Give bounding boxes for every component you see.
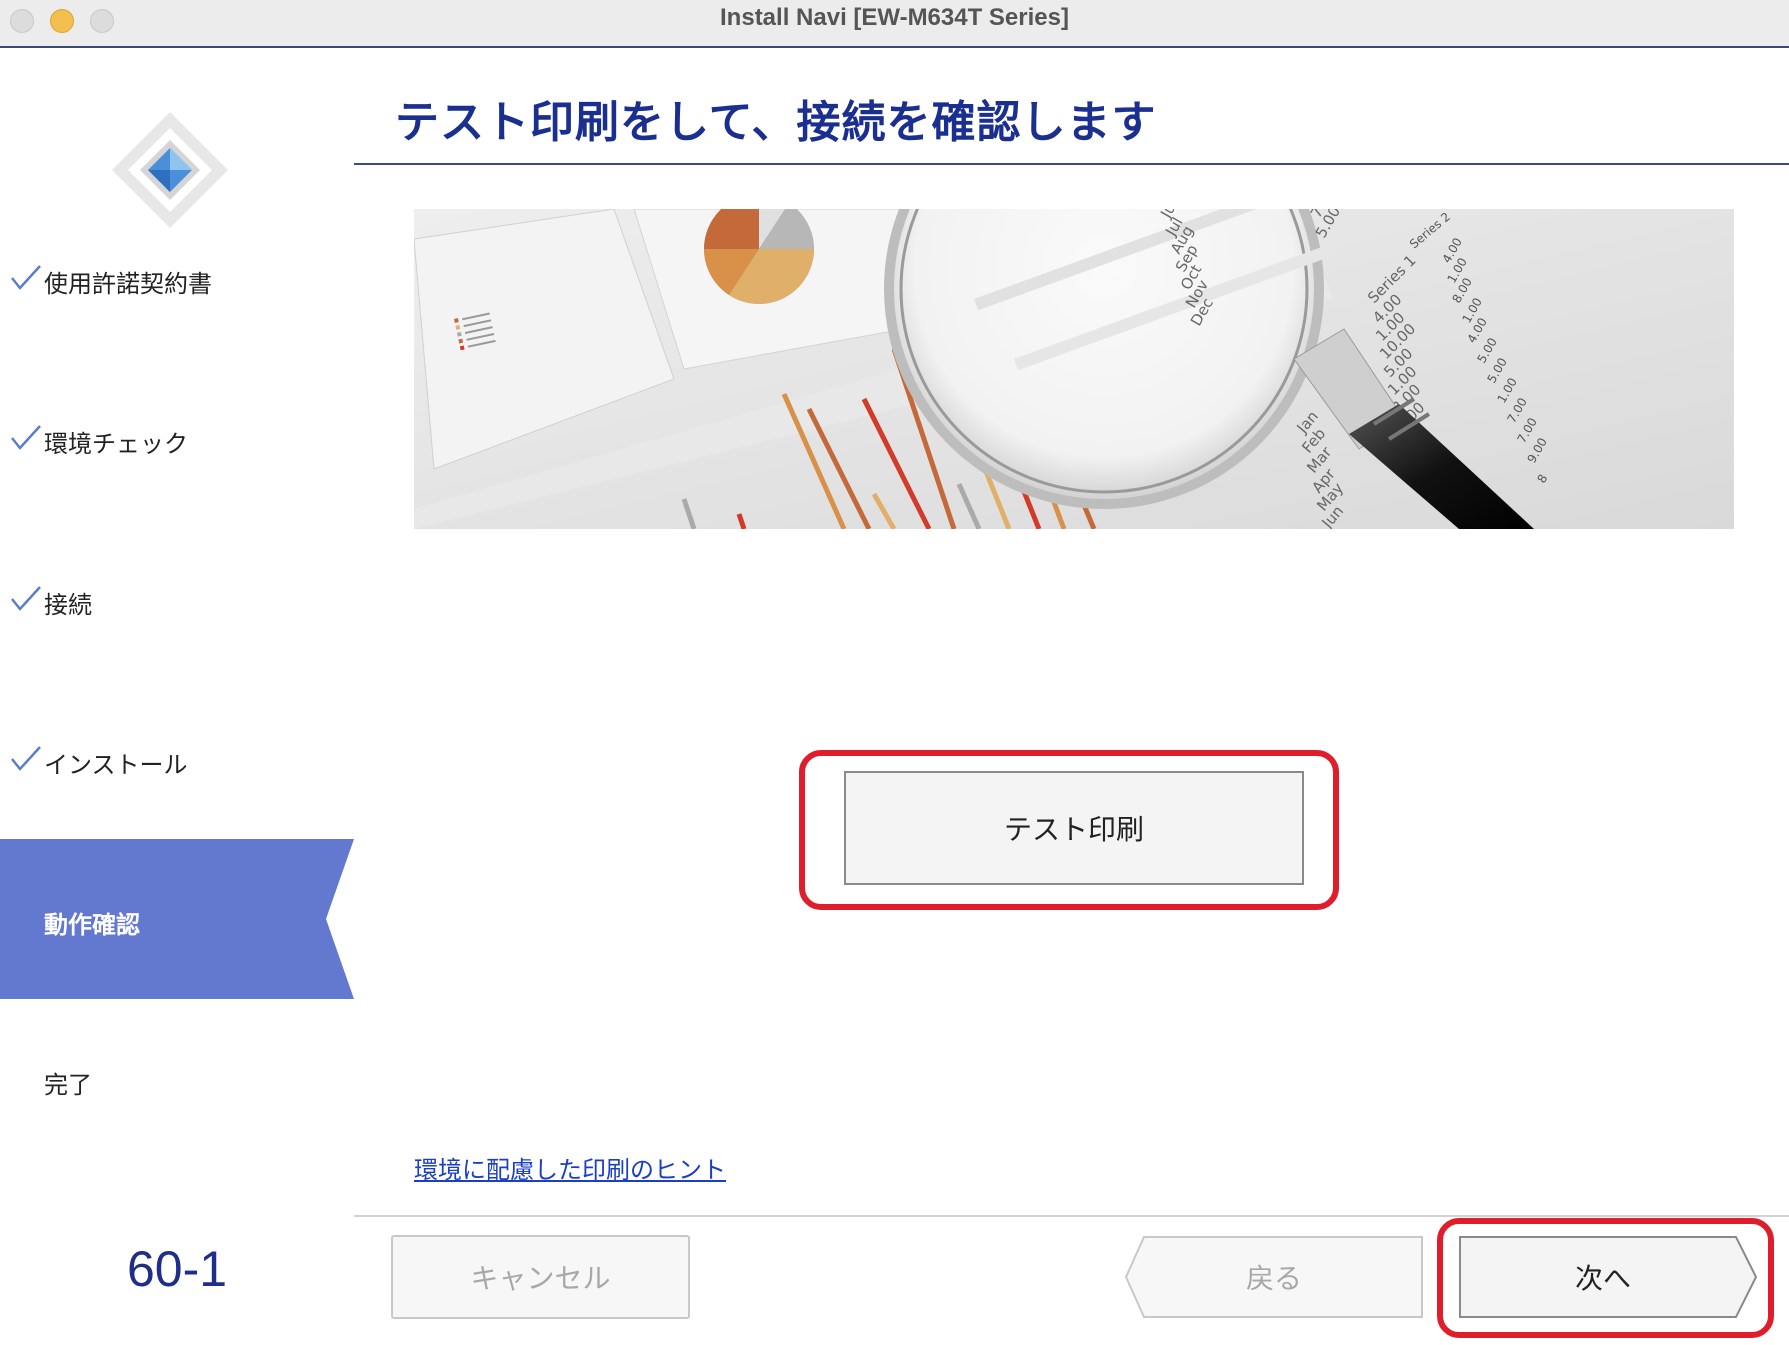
checkmark-icon	[11, 746, 41, 771]
sidebar-step-operation-check: 動作確認	[0, 839, 354, 999]
sidebar-step-connection: 接続	[0, 519, 354, 679]
sidebar-step-label: 動作確認	[44, 911, 140, 939]
window-title: Install Navi [EW-M634T Series]	[720, 4, 1069, 31]
checkmark-icon	[11, 586, 41, 611]
title-divider	[354, 163, 1789, 165]
sidebar-step-label: 接続	[44, 591, 92, 619]
footer-divider	[354, 1215, 1789, 1217]
title-bar: Install Navi [EW-M634T Series]	[0, 0, 1789, 48]
checkmark-icon	[11, 265, 41, 290]
back-button-label: 戻る	[1245, 1262, 1302, 1295]
active-step-notch	[326, 839, 354, 999]
checkmark-icon	[11, 425, 41, 450]
next-button[interactable]: 次へ	[1458, 1235, 1758, 1319]
sidebar-step-environment-check: 環境チェック	[0, 358, 354, 518]
test-print-button[interactable]: テスト印刷	[844, 771, 1304, 885]
sidebar-step-license: 使用許諾契約書	[0, 198, 354, 358]
sidebar-step-install: インストール	[0, 679, 354, 839]
page-title: テスト印刷をして、接続を確認します	[395, 97, 1157, 148]
sidebar: 使用許諾契約書 環境チェック 接続 インストール 動作確認 完了 60-1	[0, 48, 354, 1345]
banner-image: Series 2 4.00 1.00 8.00 1.00 4.00 5.00 5…	[414, 209, 1734, 529]
sidebar-step-label: 使用許諾契約書	[44, 270, 212, 298]
sidebar-step-label: 環境チェック	[44, 430, 188, 458]
sidebar-step-label: インストール	[44, 751, 188, 779]
cancel-button[interactable]: キャンセル	[391, 1235, 690, 1319]
page-number: 60-1	[126, 1241, 228, 1297]
back-button[interactable]: 戻る	[1124, 1235, 1424, 1319]
next-button-label: 次へ	[1574, 1262, 1631, 1295]
magnifier-chart-illustration: Series 2 4.00 1.00 8.00 1.00 4.00 5.00 5…	[414, 209, 1734, 529]
sidebar-step-complete: 完了	[0, 999, 354, 1159]
eco-printing-tips-link[interactable]: 環境に配慮した印刷のヒント	[414, 1150, 726, 1185]
sidebar-step-label: 完了	[44, 1071, 92, 1099]
